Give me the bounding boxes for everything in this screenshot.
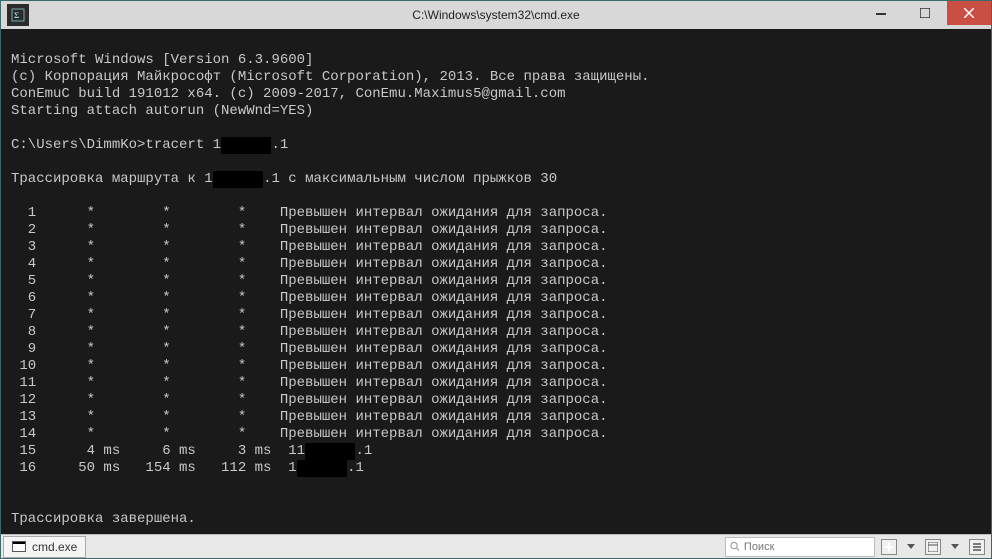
trace-hop: 15 4 ms 6 ms 3 ms 11XXXXXX.1 [11, 443, 981, 460]
alt-console-button[interactable] [925, 539, 941, 555]
trace-hop: 6 * * * Превышен интервал ожидания для з… [11, 290, 981, 307]
trace-hop: 10 * * * Превышен интервал ожидания для … [11, 358, 981, 375]
search-input[interactable] [744, 541, 870, 553]
terminal-header-line: Starting attach autorun (NewWnd=YES) [11, 103, 313, 119]
prompt-line: C:\Users\DimmKo>tracert 1XXXXXX.1 [11, 137, 288, 153]
new-console-dropdown-button[interactable] [903, 539, 919, 555]
tab-cmd[interactable]: cmd.exe [3, 536, 86, 558]
maximize-icon [920, 8, 930, 18]
trace-hop: 8 * * * Превышен интервал ожидания для з… [11, 324, 981, 341]
maximize-button[interactable] [903, 1, 947, 25]
hamburger-icon [972, 542, 982, 552]
trace-hop: 3 * * * Превышен интервал ожидания для з… [11, 239, 981, 256]
statusbar: cmd.exe [1, 534, 991, 558]
trace-hop: 11 * * * Превышен интервал ожидания для … [11, 375, 981, 392]
trace-hop: 5 * * * Превышен интервал ожидания для з… [11, 273, 981, 290]
trace-hop: 4 * * * Превышен интервал ожидания для з… [11, 256, 981, 273]
trace-complete: Трассировка завершена. [11, 511, 196, 527]
window-title: C:\Windows\system32\cmd.exe [412, 8, 579, 22]
trace-header: Трассировка маршрута к 1XXXXXX.1 с макси… [11, 171, 557, 187]
new-console-button[interactable] [881, 539, 897, 555]
trace-hop: 14 * * * Превышен интервал ожидания для … [11, 426, 981, 443]
trace-hop: 12 * * * Превышен интервал ожидания для … [11, 392, 981, 409]
minimize-icon [876, 8, 886, 18]
close-icon [964, 8, 974, 18]
trace-hop: 7 * * * Превышен интервал ожидания для з… [11, 307, 981, 324]
tab-label: cmd.exe [32, 540, 77, 554]
alt-console-dropdown-button[interactable] [947, 539, 963, 555]
menu-button[interactable] [969, 539, 985, 555]
window-icon [928, 542, 938, 552]
trace-hop: 1 * * * Превышен интервал ожидания для з… [11, 205, 981, 222]
titlebar: Σ C:\Windows\system32\cmd.exe [1, 1, 991, 29]
trace-hop: 2 * * * Превышен интервал ожидания для з… [11, 222, 981, 239]
app-icon: Σ [7, 4, 29, 26]
trace-hop: 16 50 ms 154 ms 112 ms 1XXXXXX.1 [11, 460, 981, 477]
statusbar-right [725, 537, 991, 557]
trace-hop: 9 * * * Превышен интервал ожидания для з… [11, 341, 981, 358]
window-controls [859, 1, 991, 29]
trace-hop: 13 * * * Превышен интервал ожидания для … [11, 409, 981, 426]
trace-hops: 1 * * * Превышен интервал ожидания для з… [11, 205, 981, 477]
chevron-down-icon [951, 544, 959, 550]
terminal-output[interactable]: Microsoft Windows [Version 6.3.9600] (c)… [1, 29, 991, 534]
minimize-button[interactable] [859, 1, 903, 25]
cmd-icon [12, 541, 26, 552]
chevron-down-icon [907, 544, 915, 550]
search-icon [730, 541, 740, 552]
search-box[interactable] [725, 537, 875, 557]
close-button[interactable] [947, 1, 991, 25]
terminal-header-line: ConEmuC build 191012 x64. (c) 2009-2017,… [11, 86, 566, 102]
terminal-header-line: Microsoft Windows [Version 6.3.9600] [11, 52, 313, 68]
svg-text:Σ: Σ [14, 11, 19, 20]
plus-icon [884, 542, 894, 552]
terminal-header-line: (c) Корпорация Майкрософт (Microsoft Cor… [11, 69, 650, 85]
